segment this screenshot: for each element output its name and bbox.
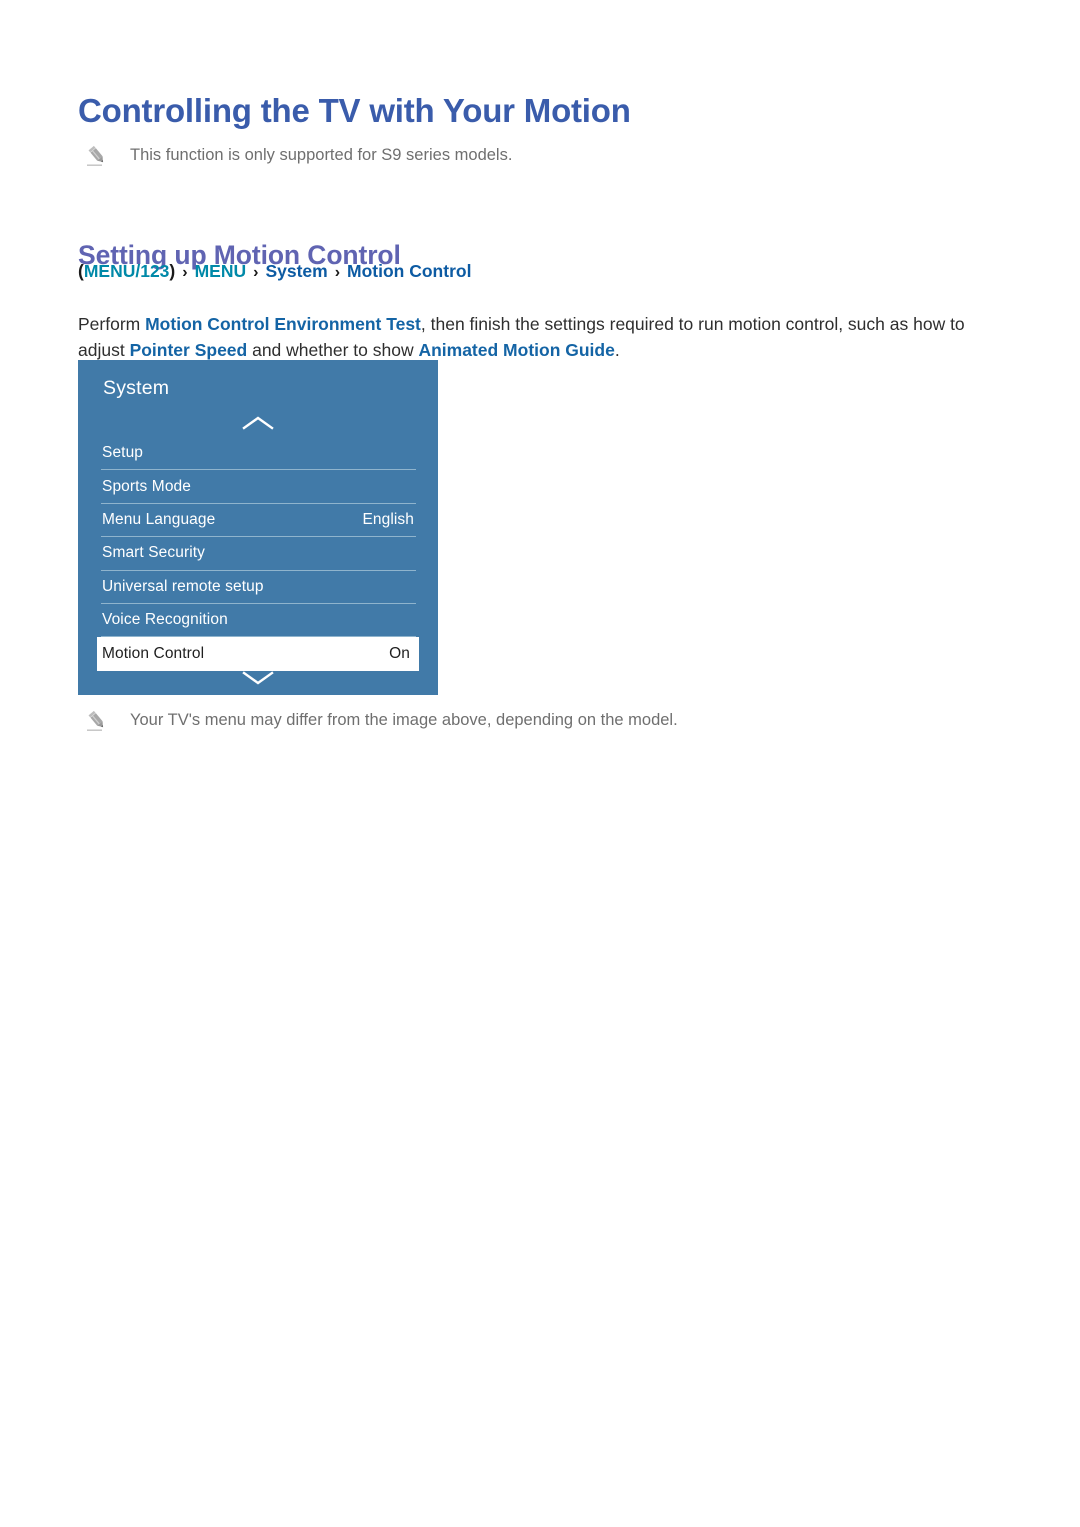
paragraph-segment-3: and whether to show <box>247 339 419 360</box>
paragraph-highlight-animated-motion-guide: Animated Motion Guide <box>418 339 615 360</box>
note-bottom-text: Your TV's menu may differ from the image… <box>130 711 678 729</box>
breadcrumb-separator-3: › <box>334 264 341 281</box>
tv-menu-list: Setup Sports Mode Menu Language English … <box>97 437 419 672</box>
tv-menu-row-value: English <box>362 510 414 528</box>
tv-menu-title: System <box>103 377 170 399</box>
breadcrumb-item-motion-control[interactable]: Motion Control <box>347 261 471 281</box>
tv-menu-row-label: Universal remote setup <box>102 577 264 595</box>
tv-menu-row-sports-mode[interactable]: Sports Mode <box>101 470 416 504</box>
chevron-down-icon[interactable] <box>78 670 438 688</box>
tv-menu-row-voice-recognition[interactable]: Voice Recognition <box>101 604 416 638</box>
pencil-icon <box>84 710 110 734</box>
tv-menu-row-label: Menu Language <box>102 510 216 528</box>
tv-menu-row-value: On <box>389 645 410 663</box>
tv-menu-row-label: Smart Security <box>102 544 206 562</box>
body-paragraph: Perform Motion Control Environment Test,… <box>78 311 968 363</box>
paragraph-highlight-pointer-speed: Pointer Speed <box>129 339 248 360</box>
breadcrumb-separator-2: › <box>253 264 259 281</box>
note-top: This function is only supported for S9 s… <box>84 144 512 169</box>
tv-menu-row-setup[interactable]: Setup <box>101 437 416 471</box>
tv-menu-row-universal-remote-setup[interactable]: Universal remote setup <box>101 571 416 604</box>
chevron-up-icon[interactable] <box>78 415 438 433</box>
tv-menu-row-label: Voice Recognition <box>102 611 228 629</box>
tv-menu-row-label: Setup <box>102 444 144 462</box>
paragraph-highlight-environment-test: Motion Control Environment Test <box>145 313 421 334</box>
tv-menu-screenshot: System Setup Sports Mode Menu Language E… <box>78 360 438 695</box>
breadcrumb-item-menu123[interactable]: MENU/123 <box>84 261 170 281</box>
tv-menu-row-label: Motion Control <box>102 645 205 663</box>
breadcrumb-separator-1: › <box>182 264 188 281</box>
pencil-icon <box>84 145 110 169</box>
tv-menu-row-smart-security[interactable]: Smart Security <box>101 537 416 571</box>
note-top-text: This function is only supported for S9 s… <box>130 146 513 164</box>
paragraph-segment-1: Perform <box>78 313 146 334</box>
page-title: Controlling the TV with Your Motion <box>78 92 631 130</box>
tv-menu-row-label: Sports Mode <box>102 477 191 495</box>
note-bottom: Your TV's menu may differ from the image… <box>84 709 678 734</box>
breadcrumb-item-system[interactable]: System <box>265 261 327 281</box>
document-page: Controlling the TV with Your Motion This… <box>0 0 1080 1527</box>
paragraph-segment-4: . <box>614 339 620 360</box>
breadcrumb-item-menu[interactable]: MENU <box>195 261 247 281</box>
tv-menu-row-menu-language[interactable]: Menu Language English <box>101 504 416 538</box>
breadcrumb: (MENU/123) › MENU › System › Motion Control <box>78 260 471 284</box>
tv-menu-row-motion-control[interactable]: Motion Control On <box>97 637 419 672</box>
